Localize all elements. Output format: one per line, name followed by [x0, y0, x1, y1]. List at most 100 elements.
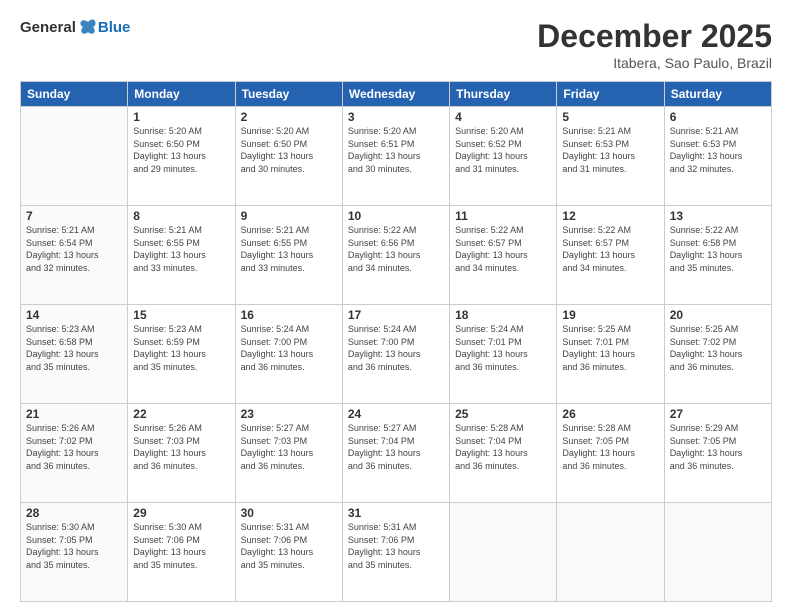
- day-info: Sunrise: 5:22 AMSunset: 6:57 PMDaylight:…: [455, 224, 551, 274]
- page: General Blue December 2025 Itabera, Sao …: [0, 0, 792, 612]
- calendar-cell: 30Sunrise: 5:31 AMSunset: 7:06 PMDayligh…: [235, 503, 342, 602]
- calendar-cell: 27Sunrise: 5:29 AMSunset: 7:05 PMDayligh…: [664, 404, 771, 503]
- calendar-cell: 3Sunrise: 5:20 AMSunset: 6:51 PMDaylight…: [342, 107, 449, 206]
- calendar-cell: [450, 503, 557, 602]
- calendar-table: SundayMondayTuesdayWednesdayThursdayFrid…: [20, 81, 772, 602]
- day-info: Sunrise: 5:23 AMSunset: 6:58 PMDaylight:…: [26, 323, 122, 373]
- logo: General Blue: [20, 18, 130, 36]
- day-number: 29: [133, 506, 229, 520]
- calendar-cell: 10Sunrise: 5:22 AMSunset: 6:56 PMDayligh…: [342, 206, 449, 305]
- day-info: Sunrise: 5:28 AMSunset: 7:05 PMDaylight:…: [562, 422, 658, 472]
- day-info: Sunrise: 5:28 AMSunset: 7:04 PMDaylight:…: [455, 422, 551, 472]
- day-number: 14: [26, 308, 122, 322]
- day-info: Sunrise: 5:26 AMSunset: 7:02 PMDaylight:…: [26, 422, 122, 472]
- calendar-weekday-header: Tuesday: [235, 82, 342, 107]
- day-info: Sunrise: 5:21 AMSunset: 6:55 PMDaylight:…: [133, 224, 229, 274]
- day-number: 28: [26, 506, 122, 520]
- calendar-cell: 19Sunrise: 5:25 AMSunset: 7:01 PMDayligh…: [557, 305, 664, 404]
- calendar-cell: 17Sunrise: 5:24 AMSunset: 7:00 PMDayligh…: [342, 305, 449, 404]
- day-number: 5: [562, 110, 658, 124]
- calendar-cell: 29Sunrise: 5:30 AMSunset: 7:06 PMDayligh…: [128, 503, 235, 602]
- calendar-cell: 4Sunrise: 5:20 AMSunset: 6:52 PMDaylight…: [450, 107, 557, 206]
- page-subtitle: Itabera, Sao Paulo, Brazil: [537, 55, 772, 71]
- day-info: Sunrise: 5:22 AMSunset: 6:58 PMDaylight:…: [670, 224, 766, 274]
- day-number: 27: [670, 407, 766, 421]
- day-info: Sunrise: 5:31 AMSunset: 7:06 PMDaylight:…: [348, 521, 444, 571]
- logo-general: General: [20, 19, 76, 36]
- calendar-weekday-header: Thursday: [450, 82, 557, 107]
- day-number: 12: [562, 209, 658, 223]
- day-info: Sunrise: 5:27 AMSunset: 7:04 PMDaylight:…: [348, 422, 444, 472]
- calendar-cell: 28Sunrise: 5:30 AMSunset: 7:05 PMDayligh…: [21, 503, 128, 602]
- day-number: 2: [241, 110, 337, 124]
- calendar-cell: 24Sunrise: 5:27 AMSunset: 7:04 PMDayligh…: [342, 404, 449, 503]
- calendar-cell: 11Sunrise: 5:22 AMSunset: 6:57 PMDayligh…: [450, 206, 557, 305]
- calendar-cell: 12Sunrise: 5:22 AMSunset: 6:57 PMDayligh…: [557, 206, 664, 305]
- calendar-cell: 6Sunrise: 5:21 AMSunset: 6:53 PMDaylight…: [664, 107, 771, 206]
- day-info: Sunrise: 5:21 AMSunset: 6:54 PMDaylight:…: [26, 224, 122, 274]
- calendar-cell: 18Sunrise: 5:24 AMSunset: 7:01 PMDayligh…: [450, 305, 557, 404]
- calendar-cell: 26Sunrise: 5:28 AMSunset: 7:05 PMDayligh…: [557, 404, 664, 503]
- day-number: 8: [133, 209, 229, 223]
- day-number: 19: [562, 308, 658, 322]
- day-number: 3: [348, 110, 444, 124]
- day-info: Sunrise: 5:23 AMSunset: 6:59 PMDaylight:…: [133, 323, 229, 373]
- calendar-cell: 15Sunrise: 5:23 AMSunset: 6:59 PMDayligh…: [128, 305, 235, 404]
- calendar-cell: 13Sunrise: 5:22 AMSunset: 6:58 PMDayligh…: [664, 206, 771, 305]
- logo-bird-icon: [78, 18, 98, 36]
- calendar-header-row: SundayMondayTuesdayWednesdayThursdayFrid…: [21, 82, 772, 107]
- day-number: 16: [241, 308, 337, 322]
- day-number: 11: [455, 209, 551, 223]
- day-number: 22: [133, 407, 229, 421]
- calendar-week-row: 21Sunrise: 5:26 AMSunset: 7:02 PMDayligh…: [21, 404, 772, 503]
- day-info: Sunrise: 5:21 AMSunset: 6:53 PMDaylight:…: [670, 125, 766, 175]
- day-info: Sunrise: 5:22 AMSunset: 6:56 PMDaylight:…: [348, 224, 444, 274]
- day-number: 26: [562, 407, 658, 421]
- calendar-week-row: 1Sunrise: 5:20 AMSunset: 6:50 PMDaylight…: [21, 107, 772, 206]
- calendar-weekday-header: Saturday: [664, 82, 771, 107]
- day-info: Sunrise: 5:20 AMSunset: 6:50 PMDaylight:…: [241, 125, 337, 175]
- day-info: Sunrise: 5:24 AMSunset: 7:00 PMDaylight:…: [241, 323, 337, 373]
- calendar-cell: 23Sunrise: 5:27 AMSunset: 7:03 PMDayligh…: [235, 404, 342, 503]
- day-number: 4: [455, 110, 551, 124]
- day-info: Sunrise: 5:27 AMSunset: 7:03 PMDaylight:…: [241, 422, 337, 472]
- page-title: December 2025: [537, 18, 772, 55]
- day-info: Sunrise: 5:21 AMSunset: 6:53 PMDaylight:…: [562, 125, 658, 175]
- calendar-week-row: 7Sunrise: 5:21 AMSunset: 6:54 PMDaylight…: [21, 206, 772, 305]
- calendar-cell: 14Sunrise: 5:23 AMSunset: 6:58 PMDayligh…: [21, 305, 128, 404]
- day-info: Sunrise: 5:30 AMSunset: 7:05 PMDaylight:…: [26, 521, 122, 571]
- day-info: Sunrise: 5:24 AMSunset: 7:00 PMDaylight:…: [348, 323, 444, 373]
- day-info: Sunrise: 5:25 AMSunset: 7:02 PMDaylight:…: [670, 323, 766, 373]
- day-number: 30: [241, 506, 337, 520]
- calendar-cell: [664, 503, 771, 602]
- day-number: 9: [241, 209, 337, 223]
- calendar-weekday-header: Sunday: [21, 82, 128, 107]
- day-info: Sunrise: 5:26 AMSunset: 7:03 PMDaylight:…: [133, 422, 229, 472]
- calendar-cell: [557, 503, 664, 602]
- calendar-cell: 1Sunrise: 5:20 AMSunset: 6:50 PMDaylight…: [128, 107, 235, 206]
- calendar-weekday-header: Friday: [557, 82, 664, 107]
- day-info: Sunrise: 5:21 AMSunset: 6:55 PMDaylight:…: [241, 224, 337, 274]
- day-info: Sunrise: 5:20 AMSunset: 6:50 PMDaylight:…: [133, 125, 229, 175]
- day-number: 31: [348, 506, 444, 520]
- day-number: 21: [26, 407, 122, 421]
- calendar-cell: 20Sunrise: 5:25 AMSunset: 7:02 PMDayligh…: [664, 305, 771, 404]
- logo-blue: Blue: [98, 19, 131, 36]
- calendar-cell: 31Sunrise: 5:31 AMSunset: 7:06 PMDayligh…: [342, 503, 449, 602]
- day-number: 15: [133, 308, 229, 322]
- day-number: 24: [348, 407, 444, 421]
- day-number: 6: [670, 110, 766, 124]
- calendar-cell: 25Sunrise: 5:28 AMSunset: 7:04 PMDayligh…: [450, 404, 557, 503]
- calendar-cell: 9Sunrise: 5:21 AMSunset: 6:55 PMDaylight…: [235, 206, 342, 305]
- day-number: 7: [26, 209, 122, 223]
- day-number: 10: [348, 209, 444, 223]
- day-number: 1: [133, 110, 229, 124]
- day-info: Sunrise: 5:30 AMSunset: 7:06 PMDaylight:…: [133, 521, 229, 571]
- calendar-cell: 7Sunrise: 5:21 AMSunset: 6:54 PMDaylight…: [21, 206, 128, 305]
- day-number: 25: [455, 407, 551, 421]
- day-info: Sunrise: 5:22 AMSunset: 6:57 PMDaylight:…: [562, 224, 658, 274]
- calendar-cell: 16Sunrise: 5:24 AMSunset: 7:00 PMDayligh…: [235, 305, 342, 404]
- header: General Blue December 2025 Itabera, Sao …: [20, 18, 772, 71]
- day-info: Sunrise: 5:24 AMSunset: 7:01 PMDaylight:…: [455, 323, 551, 373]
- title-block: December 2025 Itabera, Sao Paulo, Brazil: [537, 18, 772, 71]
